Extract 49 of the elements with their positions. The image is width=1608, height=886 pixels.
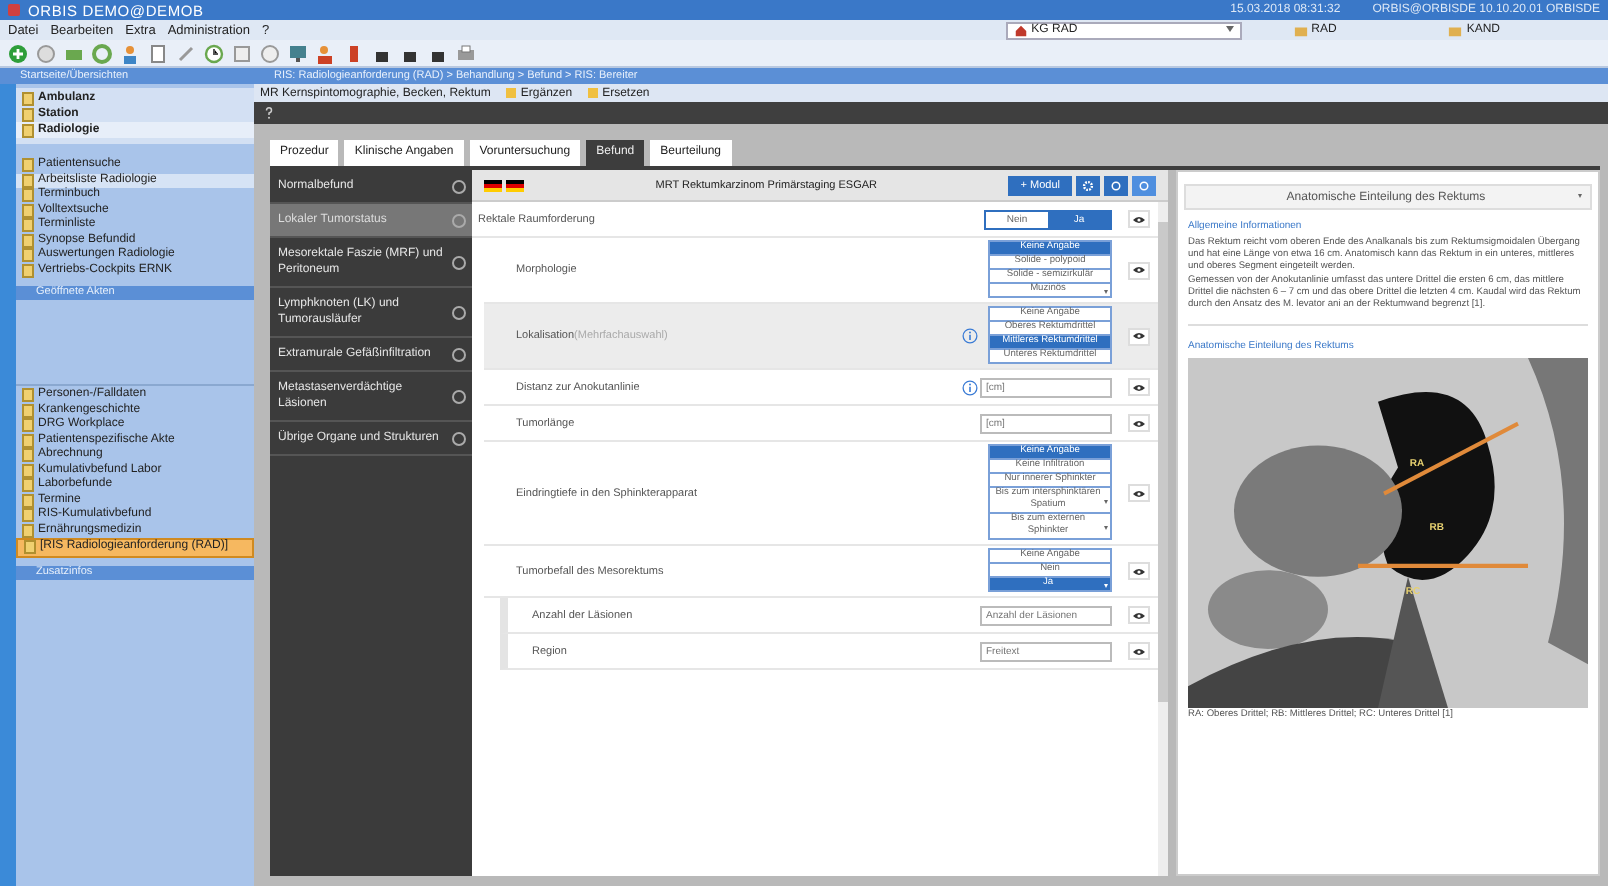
visibility-button[interactable] <box>1128 484 1150 502</box>
eye-icon <box>1132 215 1146 223</box>
scrollbar[interactable] <box>1158 202 1168 876</box>
eye-icon <box>1132 419 1146 427</box>
settings-icon <box>1082 179 1094 191</box>
person-icon[interactable] <box>120 43 140 63</box>
info-icon[interactable] <box>962 328 978 344</box>
visibility-button[interactable] <box>1128 327 1150 345</box>
eye-icon <box>1132 567 1146 575</box>
eye-icon <box>1132 489 1146 497</box>
status-circle-icon <box>452 213 466 227</box>
visibility-button[interactable] <box>1128 414 1150 432</box>
status-circle-icon <box>452 305 466 319</box>
visibility-button[interactable] <box>1128 642 1150 660</box>
visibility-button[interactable] <box>1128 210 1150 228</box>
eye-icon <box>1132 332 1146 340</box>
plus-circle-icon[interactable] <box>8 43 28 63</box>
caret-icon <box>1578 194 1582 200</box>
help-icon[interactable] <box>264 106 274 120</box>
status-circle-icon <box>452 347 466 361</box>
visibility-button[interactable] <box>1128 562 1150 580</box>
clock-icon[interactable] <box>204 43 224 63</box>
round-button[interactable] <box>1132 175 1156 195</box>
folder-icon <box>1448 23 1463 37</box>
visibility-button[interactable] <box>1128 261 1150 279</box>
flag-icon[interactable] <box>484 179 502 191</box>
document-icon[interactable] <box>148 43 168 63</box>
info-icon[interactable] <box>962 379 978 395</box>
circle-icon <box>1110 179 1122 191</box>
printer-icon[interactable] <box>456 43 476 63</box>
visibility-button[interactable] <box>1128 606 1150 624</box>
circle-icon <box>1138 179 1150 191</box>
settings-button[interactable] <box>1076 175 1100 195</box>
eye-icon <box>1132 383 1146 391</box>
status-circle-icon <box>452 179 466 193</box>
status-circle-icon <box>452 389 466 403</box>
round-button[interactable] <box>1104 175 1128 195</box>
monitor-icon[interactable] <box>288 43 308 63</box>
status-circle-icon <box>452 431 466 445</box>
eye-icon <box>1132 647 1146 655</box>
pencil-icon <box>506 88 517 98</box>
flag-icon[interactable] <box>506 179 524 191</box>
pencil-icon <box>588 88 599 98</box>
visibility-button[interactable] <box>1128 378 1150 396</box>
eye-icon <box>1132 611 1146 619</box>
status-circle-icon <box>452 255 466 269</box>
folder-icon <box>1293 23 1308 37</box>
eye-icon <box>1132 266 1146 274</box>
app-logo-icon <box>8 4 20 16</box>
